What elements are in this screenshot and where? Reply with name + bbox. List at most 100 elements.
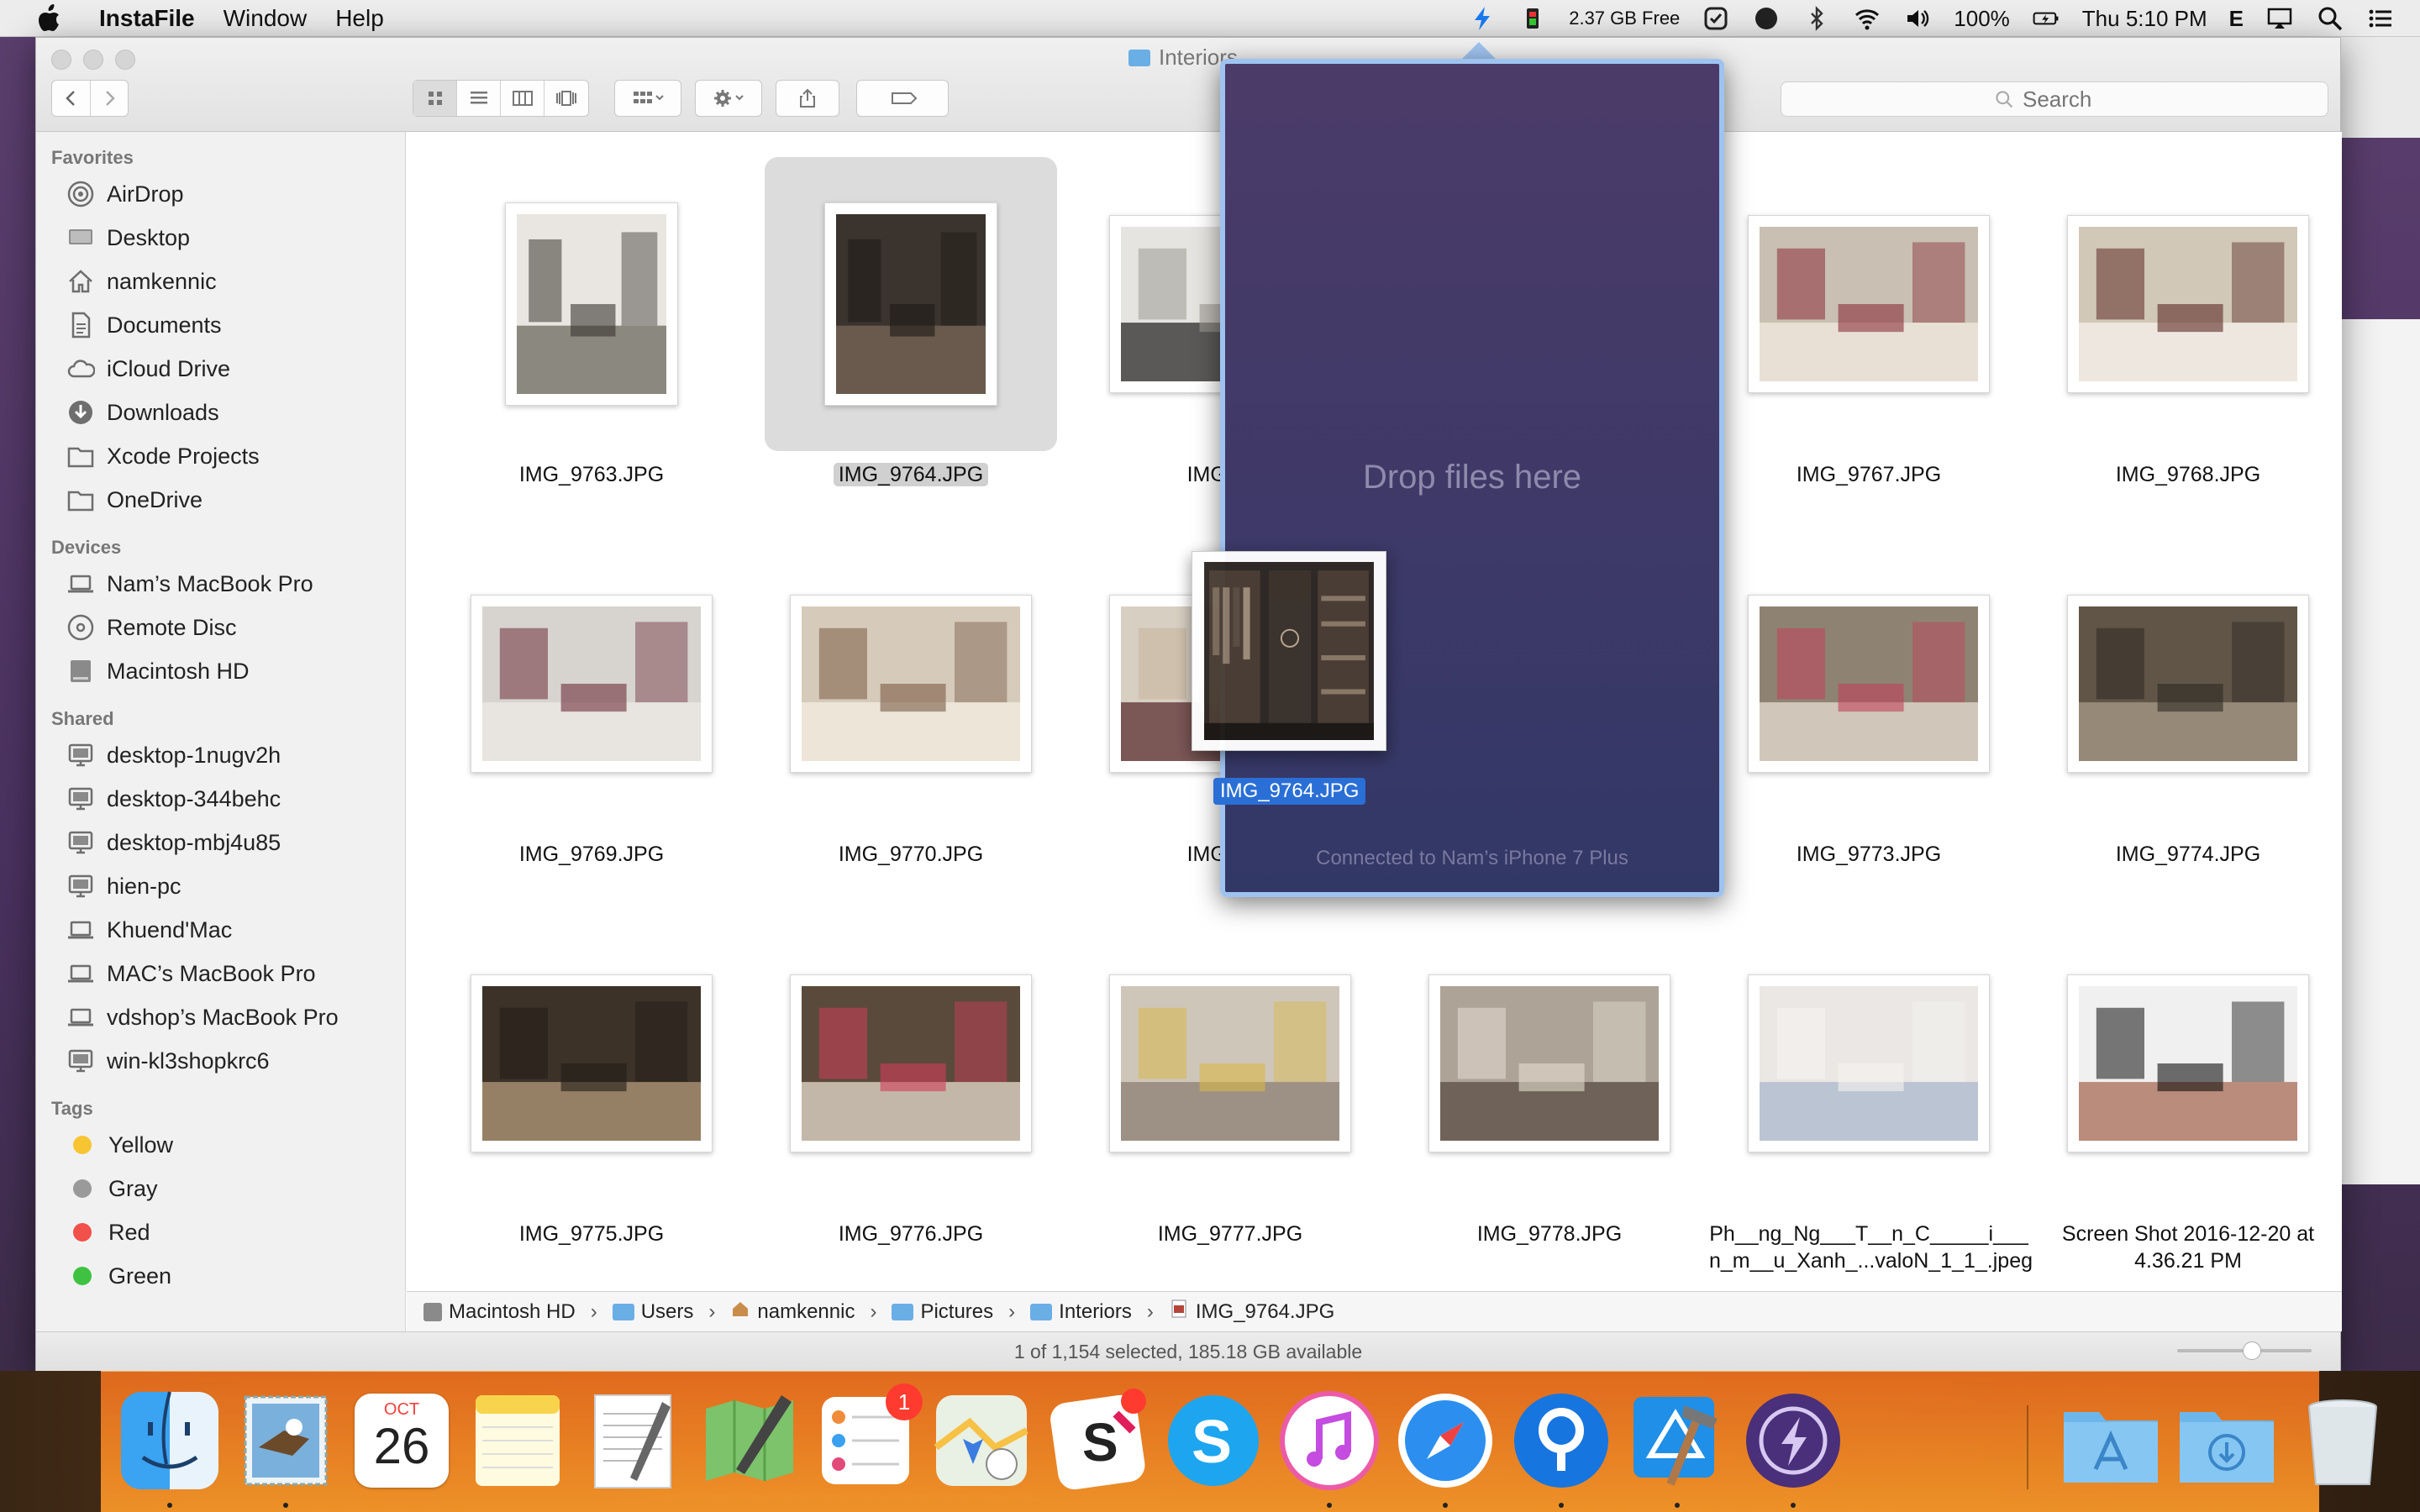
search-field[interactable]: [1781, 81, 2328, 117]
tag-yellow[interactable]: Yellow: [36, 1123, 405, 1167]
sidebar-item-downloads[interactable]: Downloads: [36, 391, 405, 434]
file-name[interactable]: IMG_9767.JPG: [1709, 461, 2028, 488]
file-name[interactable]: IMG_9768.JPG: [2028, 461, 2342, 488]
tag-gray[interactable]: Gray: [36, 1167, 405, 1210]
file-item[interactable]: Ph__ng_Ng___T__n_C_____i___ n_m__u_Xanh_…: [1709, 916, 2033, 1274]
sidebar-item-nam-s-macbook-pro[interactable]: Nam’s MacBook Pro: [36, 562, 405, 606]
image-thumbnail[interactable]: [505, 202, 678, 406]
share-button[interactable]: [776, 80, 839, 117]
sidebar-item-khuend-mac[interactable]: Khuend'Mac: [36, 908, 405, 952]
path-crumb[interactable]: Users: [612, 1300, 693, 1324]
image-thumbnail[interactable]: [471, 595, 713, 773]
path-crumb[interactable]: Interiors: [1030, 1300, 1132, 1324]
sidebar-item-namkennic[interactable]: namkennic: [36, 260, 405, 303]
background-window[interactable]: [2341, 319, 2420, 1184]
sidebar-item-win-kl3shopkrc6[interactable]: win-kl3shopkrc6: [36, 1039, 405, 1083]
dock-applications-folder[interactable]: [2059, 1389, 2163, 1493]
file-item[interactable]: IMG_9778.JPG: [1390, 916, 1709, 1247]
file-item[interactable]: IMG_9763.JPG: [432, 157, 751, 488]
file-name[interactable]: IMG_9763.JPG: [432, 461, 751, 488]
app-menu-instafile[interactable]: InstaFile: [99, 5, 195, 32]
action-button[interactable]: [695, 80, 762, 117]
arrange-button[interactable]: [614, 80, 681, 117]
dock-reminders[interactable]: 1: [813, 1383, 923, 1493]
dock-maps[interactable]: [929, 1389, 1034, 1493]
dock-downloads-folder[interactable]: [2175, 1389, 2279, 1493]
dock-calendar[interactable]: OCT 26: [350, 1389, 454, 1493]
sidebar-item-macintosh-hd[interactable]: Macintosh HD: [36, 649, 405, 693]
path-crumb[interactable]: IMG_9764.JPG: [1169, 1299, 1334, 1325]
file-item[interactable]: IMG_9770.JPG: [751, 537, 1071, 868]
checkmark-shield-icon[interactable]: [1702, 4, 1730, 33]
memory-chip-icon[interactable]: [1518, 4, 1547, 33]
dock-itunes[interactable]: [1277, 1389, 1381, 1493]
image-thumbnail[interactable]: [1109, 974, 1351, 1152]
cover-flow-button[interactable]: [544, 81, 588, 116]
instafile-drop-zone[interactable]: Drop files here Connected to Nam’s iPhon…: [1220, 59, 1724, 897]
dock-pin-app[interactable]: [1509, 1389, 1613, 1493]
image-thumbnail[interactable]: [1748, 974, 1990, 1152]
file-name[interactable]: IMG_9775.JPG: [432, 1221, 751, 1247]
minimize-button[interactable]: [83, 50, 103, 70]
dock-xcode[interactable]: [1625, 1389, 1729, 1493]
circle-app-icon[interactable]: [1752, 4, 1781, 33]
dock-skype[interactable]: S: [1161, 1389, 1265, 1493]
forward-button[interactable]: [91, 81, 128, 116]
file-name[interactable]: Screen Shot 2016-12-20 at 4.36.21 PM: [2028, 1221, 2342, 1274]
close-button[interactable]: [51, 50, 71, 70]
image-thumbnail[interactable]: [1748, 215, 1990, 393]
dock-mail[interactable]: [234, 1389, 338, 1493]
column-view-button[interactable]: [501, 81, 544, 116]
sidebar-item-airdrop[interactable]: AirDrop: [36, 172, 405, 216]
menu-help[interactable]: Help: [335, 5, 384, 32]
sidebar-item-remote-disc[interactable]: Remote Disc: [36, 606, 405, 649]
battery-percent[interactable]: 100%: [1954, 6, 2010, 32]
file-name[interactable]: IMG_9770.JPG: [751, 841, 1071, 868]
slider-knob[interactable]: [2243, 1341, 2261, 1360]
file-name[interactable]: IMG_9777.JPG: [1071, 1221, 1390, 1247]
file-name[interactable]: IMG_9769.JPG: [432, 841, 751, 868]
dock-trash[interactable]: [2291, 1389, 2395, 1493]
file-item[interactable]: IMG_9776.JPG: [751, 916, 1071, 1247]
file-item[interactable]: Screen Shot 2016-12-20 at 4.36.21 PM: [2028, 916, 2342, 1274]
file-item[interactable]: IMG_9764.JPG: [751, 157, 1071, 488]
file-name[interactable]: IMG_9774.JPG: [2028, 841, 2342, 868]
battery-charging-icon[interactable]: [2032, 4, 2060, 33]
sidebar-item-mac-s-macbook-pro[interactable]: MAC’s MacBook Pro: [36, 952, 405, 995]
file-item[interactable]: IMG_9767.JPG: [1709, 157, 2028, 488]
file-name[interactable]: IMG_9773.JPG: [1709, 841, 2028, 868]
back-button[interactable]: [52, 81, 91, 116]
memory-free[interactable]: 2.37 GB Free: [1569, 8, 1680, 29]
input-source[interactable]: E: [2229, 6, 2244, 32]
sidebar-item-onedrive[interactable]: OneDrive: [36, 478, 405, 522]
bluetooth-icon[interactable]: [1802, 4, 1831, 33]
dragged-file-thumbnail[interactable]: [1192, 551, 1386, 751]
airplay-icon[interactable]: [2265, 4, 2294, 33]
file-name[interactable]: IMG_9778.JPG: [1390, 1221, 1709, 1247]
image-thumbnail[interactable]: [1748, 595, 1990, 773]
sidebar-item-vdshop-s-macbook-pro[interactable]: vdshop’s MacBook Pro: [36, 995, 405, 1039]
file-item[interactable]: IMG_9769.JPG: [432, 537, 751, 868]
apple-menu-icon[interactable]: [30, 0, 67, 37]
spotlight-search-icon[interactable]: [2316, 4, 2344, 33]
dock-slack[interactable]: S: [1045, 1389, 1150, 1493]
instafile-bolt-icon[interactable]: [1468, 4, 1497, 33]
sidebar-item-xcode-projects[interactable]: Xcode Projects: [36, 434, 405, 478]
image-thumbnail[interactable]: [2067, 974, 2309, 1152]
dock-instafile[interactable]: [1741, 1389, 1845, 1493]
notification-center-icon[interactable]: [2366, 4, 2395, 33]
path-crumb[interactable]: Macintosh HD: [424, 1300, 576, 1324]
sidebar-item-documents[interactable]: Documents: [36, 303, 405, 347]
image-thumbnail[interactable]: [1428, 974, 1670, 1152]
image-thumbnail[interactable]: [471, 974, 713, 1152]
file-item[interactable]: IMG_9775.JPG: [432, 916, 751, 1247]
file-name[interactable]: IMG_9764.JPG: [751, 461, 1071, 488]
dock-finder[interactable]: [118, 1389, 222, 1493]
dock-notes[interactable]: [466, 1389, 570, 1493]
tag-green[interactable]: Green: [36, 1254, 405, 1298]
path-crumb[interactable]: Pictures: [892, 1300, 993, 1324]
tags-button[interactable]: [856, 80, 949, 117]
icon-view-button[interactable]: [413, 81, 457, 116]
volume-icon[interactable]: [1903, 4, 1932, 33]
image-thumbnail[interactable]: [824, 202, 997, 406]
